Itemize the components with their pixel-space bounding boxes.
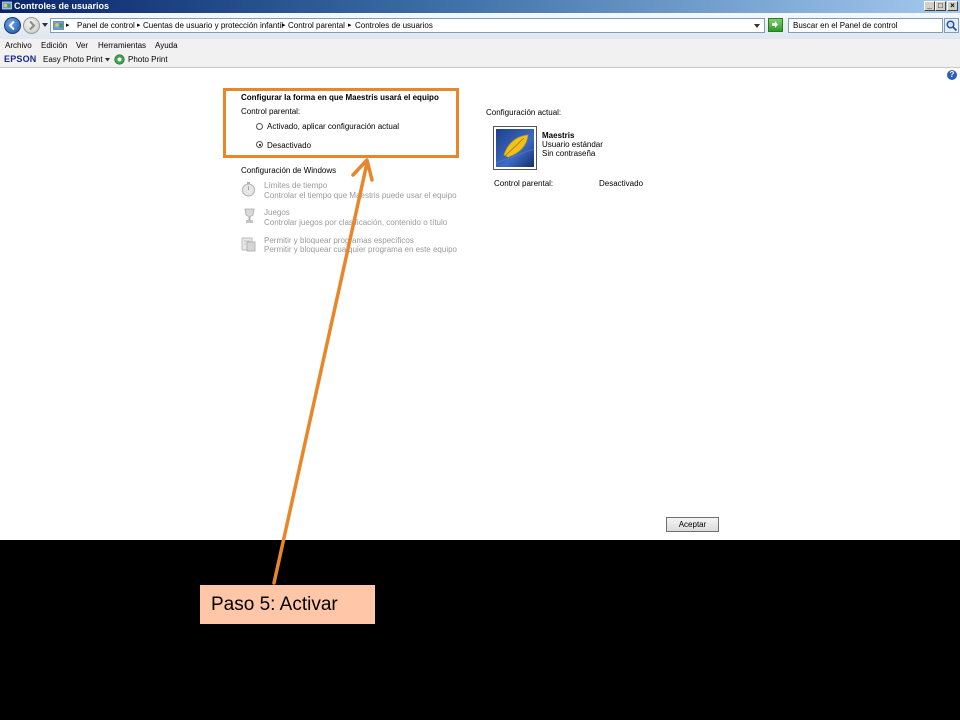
photo-print-icon	[114, 54, 125, 65]
close-button[interactable]: ×	[947, 1, 958, 11]
menu-herramientas[interactable]: Herramientas	[98, 40, 146, 51]
control-panel-icon	[53, 21, 64, 30]
windows-settings-heading: Configuración de Windows	[241, 166, 337, 175]
address-bar: ▸ Panel de control ▸ Cuentas de usuario …	[0, 13, 960, 40]
maximize-button[interactable]: □	[935, 1, 946, 11]
address-dropdown-icon[interactable]	[754, 24, 760, 28]
current-parental-value: Desactivado	[599, 179, 644, 188]
epson-logo: EPSON	[4, 54, 37, 64]
menu-ver[interactable]: Ver	[76, 40, 88, 51]
stopwatch-icon	[242, 182, 255, 197]
leaf-icon	[496, 134, 534, 164]
search-input[interactable]: Buscar en el Panel de control	[788, 18, 943, 33]
current-config-heading: Configuración actual:	[486, 108, 562, 117]
history-dropdown-icon[interactable]	[42, 23, 48, 28]
menu-edicion[interactable]: Edición	[41, 40, 67, 51]
refresh-button[interactable]	[768, 18, 783, 32]
refresh-icon	[772, 21, 778, 28]
current-parental-label: Control parental:	[494, 179, 554, 188]
chevron-right-icon[interactable]: ▸	[137, 21, 141, 31]
easy-photo-print-button[interactable]: Easy Photo Print	[43, 54, 103, 65]
games-title: Juegos	[264, 208, 290, 217]
minimize-button[interactable]: _	[924, 1, 935, 11]
easy-photo-print-dropdown-icon[interactable]	[105, 58, 110, 62]
menu-archivo[interactable]: Archivo	[5, 40, 32, 51]
control-panel-icon	[2, 1, 12, 10]
breadcrumb-control-parental[interactable]: Control parental	[288, 21, 345, 31]
title-bar: Controles de usuarios _ □ ×	[0, 0, 960, 13]
avatar-image	[496, 129, 534, 167]
address-field[interactable]: ▸ Panel de control ▸ Cuentas de usuario …	[50, 18, 765, 33]
breadcrumb-panel-de-control[interactable]: Panel de control	[77, 21, 135, 31]
menu-bar: Archivo Edición Ver Herramientas Ayuda	[0, 39, 960, 52]
chevron-right-icon: ▸	[66, 22, 70, 29]
programs-desc: Permitir y bloquear cualquier programa e…	[264, 245, 457, 254]
search-button[interactable]	[944, 18, 959, 33]
time-limits-title: Límites de tiempo	[264, 181, 328, 190]
chevron-right-icon[interactable]: ▸	[282, 21, 286, 31]
window-title: Controles de usuarios	[14, 1, 110, 11]
time-limits-desc: Controlar el tiempo que Maestris puede u…	[264, 191, 457, 200]
controles-de-usuarios-window: Controles de usuarios _ □ × ▸ Panel de c…	[0, 0, 960, 540]
back-button[interactable]	[4, 17, 21, 34]
forward-button[interactable]	[23, 17, 40, 34]
games-desc: Controlar juegos por clasificación, cont…	[264, 218, 448, 227]
chevron-right-icon[interactable]: ▸	[348, 21, 352, 31]
program-block-icon	[241, 237, 256, 252]
help-icon[interactable]: ?	[947, 70, 957, 80]
user-avatar	[493, 126, 537, 170]
arrow-right-icon	[29, 20, 36, 31]
breadcrumb-controles-de-usuarios[interactable]: Controles de usuarios	[355, 21, 433, 31]
main-content: ?	[0, 68, 960, 540]
breadcrumb-cuentas-de-usuario[interactable]: Cuentas de usuario y protección infantil	[143, 21, 283, 31]
user-password-status: Sin contraseña	[542, 149, 596, 158]
accept-button[interactable]: Aceptar	[666, 517, 719, 532]
trophy-icon	[244, 208, 255, 223]
arrow-left-icon	[8, 20, 15, 31]
epson-toolbar: EPSON Easy Photo Print Photo Print	[0, 52, 960, 68]
highlight-box	[223, 88, 459, 158]
menu-ayuda[interactable]: Ayuda	[155, 40, 178, 51]
photo-print-button[interactable]: Photo Print	[128, 54, 168, 65]
annotation-callout: Paso 5: Activar	[200, 585, 375, 624]
search-icon	[946, 20, 958, 32]
